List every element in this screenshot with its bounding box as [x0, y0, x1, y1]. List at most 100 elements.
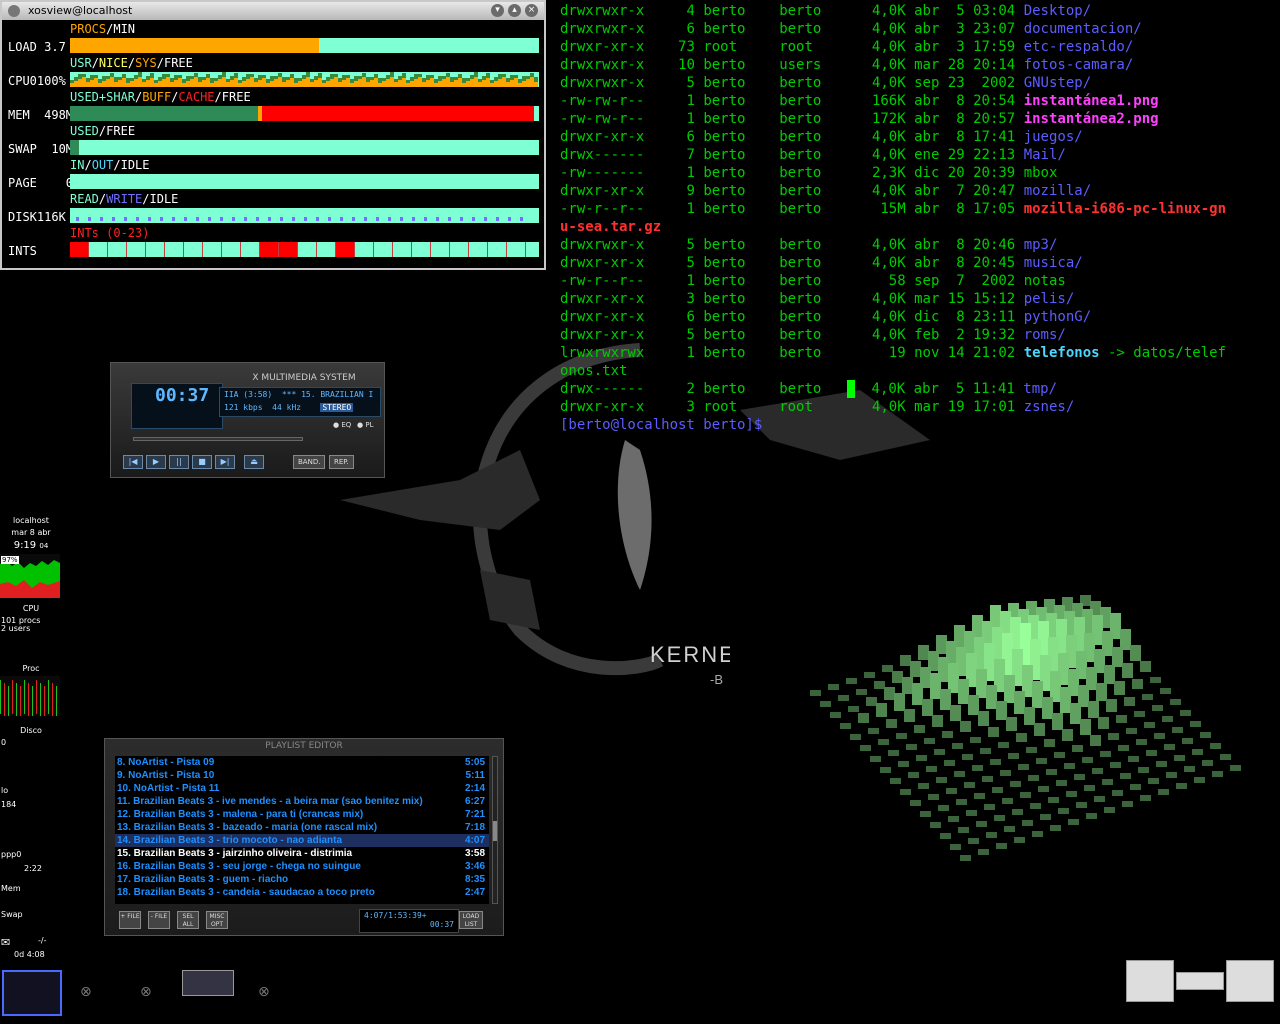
- playlist-row[interactable]: 18. Brazilian Beats 3 - candeia - saudac…: [115, 886, 489, 899]
- disk-activity-mark: [460, 217, 463, 221]
- ppp-label: ppp0: [1, 850, 22, 859]
- playlist-list[interactable]: 8. NoArtist - Pista 09 5:05 9. NoArtist - …: [115, 756, 489, 904]
- file-permissions: -rw-r--r--: [560, 273, 645, 289]
- iconified-window-1[interactable]: [1126, 960, 1174, 1002]
- playlist-row[interactable]: 8. NoArtist - Pista 09 5:05: [115, 756, 489, 769]
- meter-name: SWAP 10M: [8, 142, 74, 156]
- file-owner: berto: [703, 309, 746, 325]
- desktop-pager-1[interactable]: [2, 970, 62, 1016]
- playlist-row[interactable]: 14. Brazilian Beats 3 - trio mocoto - na…: [115, 834, 489, 847]
- mail-icon[interactable]: ✉: [1, 936, 10, 949]
- playlist-row[interactable]: 17. Brazilian Beats 3 - guem - riacho 8:3…: [115, 873, 489, 886]
- remove-file-button[interactable]: - FILE: [148, 911, 170, 929]
- previous-button[interactable]: |◀: [123, 455, 143, 469]
- iconified-window-3[interactable]: [1226, 960, 1274, 1002]
- maximize-icon[interactable]: ▴: [508, 4, 521, 17]
- file-name: tmp: [1023, 381, 1049, 397]
- desktop-pager-3[interactable]: ⊗: [124, 970, 184, 1016]
- file-name: Desktop: [1023, 3, 1083, 19]
- play-button[interactable]: ▶: [146, 455, 166, 469]
- xmms-title: X MULTIMEDIA SYSTEM: [252, 373, 356, 383]
- window-menu-icon[interactable]: [8, 5, 20, 17]
- legend-part: /: [142, 192, 150, 206]
- link-count: 9: [686, 183, 695, 199]
- next-button[interactable]: ▶|: [215, 455, 235, 469]
- disk-activity-mark: [412, 217, 415, 221]
- legend-part: /: [156, 56, 164, 70]
- pl-toggle[interactable]: ● PL: [357, 421, 373, 429]
- date-label: mar 8 abr: [11, 528, 51, 537]
- file-size: 4,0K: [871, 291, 906, 307]
- xmms-player-window[interactable]: 00:37 X MULTIMEDIA SYSTEM IIA (3:58) ***…: [110, 362, 385, 478]
- playlist-row[interactable]: 16. Brazilian Beats 3 - seu jorge - cheg…: [115, 860, 489, 873]
- misc-options-button[interactable]: MISC OPT: [206, 911, 228, 929]
- disk-activity-mark: [352, 217, 355, 221]
- terminal-output[interactable]: drwxrwxr-x 4 berto berto 4,0K abr 5 03:0…: [560, 2, 1280, 442]
- terminal-line: -rw-r--r-- 1 berto berto 15M abr 8 17:05…: [560, 200, 1280, 218]
- file-size: 4,0K: [871, 75, 906, 91]
- proc-label: Proc: [22, 664, 40, 673]
- file-name: etc-respaldo: [1023, 39, 1125, 55]
- file-date: abr 8 17:41: [914, 129, 1016, 145]
- playlist-row[interactable]: 13. Brazilian Beats 3 - bazeado - maria …: [115, 821, 489, 834]
- playlist-scrollbar[interactable]: [492, 756, 498, 904]
- link-count: 6: [686, 129, 695, 145]
- eject-button[interactable]: ⏏: [244, 455, 264, 469]
- gkrellm-monitor[interactable]: localhost mar 8 abr 9:19 04 97% CPU 101 …: [0, 512, 62, 972]
- desktop-pager-4[interactable]: [182, 970, 242, 1016]
- link-count: 5: [686, 255, 695, 271]
- file-date: mar 28 20:14: [914, 57, 1016, 73]
- scrollbar-thumb[interactable]: [493, 821, 497, 841]
- clock-seconds: 04: [39, 542, 49, 550]
- uptime: 0d 4:08: [14, 950, 45, 959]
- meter: CPU0100% USR/NICE/SYS/FREE: [2, 56, 542, 90]
- eq-toggle[interactable]: ● EQ: [333, 421, 351, 429]
- file-permissions: drwxrwxr-x: [560, 237, 645, 253]
- swap-label: Swap: [1, 910, 23, 919]
- legend-part: /: [91, 56, 99, 70]
- playlist-row[interactable]: 9. NoArtist - Pista 10 5:11: [115, 769, 489, 782]
- seek-bar[interactable]: [133, 437, 303, 441]
- repeat-button[interactable]: REP.: [329, 455, 354, 469]
- load-list-button[interactable]: LOAD LIST: [459, 911, 483, 929]
- file-group: root: [779, 39, 813, 55]
- terminal-line: -rw-rw-r-- 1 berto berto 172K abr 8 20:5…: [560, 110, 1280, 128]
- xosview-titlebar[interactable]: xosview@localhost ▾ ▴ ×: [2, 2, 544, 20]
- playlist-editor-window[interactable]: PLAYLIST EDITOR 8. NoArtist - Pista 09 5:…: [104, 738, 504, 936]
- desktop-pager-5[interactable]: ⊗: [242, 970, 302, 1016]
- wallpaper-tag: -B: [710, 672, 723, 687]
- minimize-icon[interactable]: ▾: [491, 4, 504, 17]
- playlist-row[interactable]: 12. Brazilian Beats 3 - malena - para ti…: [115, 808, 489, 821]
- interrupt-cell: [355, 242, 374, 257]
- playlist-row[interactable]: 11. Brazilian Beats 3 - ive mendes - a b…: [115, 795, 489, 808]
- file-owner: berto: [703, 3, 746, 19]
- playlist-row[interactable]: 15. Brazilian Beats 3 - jairzinho olivei…: [115, 847, 489, 860]
- select-all-button[interactable]: SEL ALL: [177, 911, 199, 929]
- meter-name: CPU0100%: [8, 74, 66, 88]
- band-button[interactable]: BAND.: [293, 455, 326, 469]
- desktop-pager-2[interactable]: ⊗: [64, 970, 124, 1016]
- pause-button[interactable]: ||: [169, 455, 189, 469]
- legend-part: /: [214, 90, 222, 104]
- xosview-window[interactable]: xosview@localhost ▾ ▴ × LOAD 3.7 PROCS/MI…: [0, 0, 546, 270]
- track-duration: 5:11: [465, 770, 485, 781]
- meter-segment: [262, 106, 535, 121]
- iconified-window-2[interactable]: [1176, 972, 1224, 990]
- shell-prompt[interactable]: [berto@localhost berto]$: [560, 416, 1280, 434]
- file-owner: berto: [703, 381, 746, 397]
- playlist-row[interactable]: 10. NoArtist - Pista 11 2:14: [115, 782, 489, 795]
- file-date: dic 20 20:39: [914, 165, 1016, 181]
- add-file-button[interactable]: + FILE: [119, 911, 141, 929]
- file-name: telefonos: [1023, 345, 1100, 361]
- stop-button[interactable]: ■: [192, 455, 212, 469]
- close-icon[interactable]: ×: [525, 4, 538, 17]
- terminal-line: onos.txt: [560, 362, 1280, 380]
- file-group: berto: [779, 93, 822, 109]
